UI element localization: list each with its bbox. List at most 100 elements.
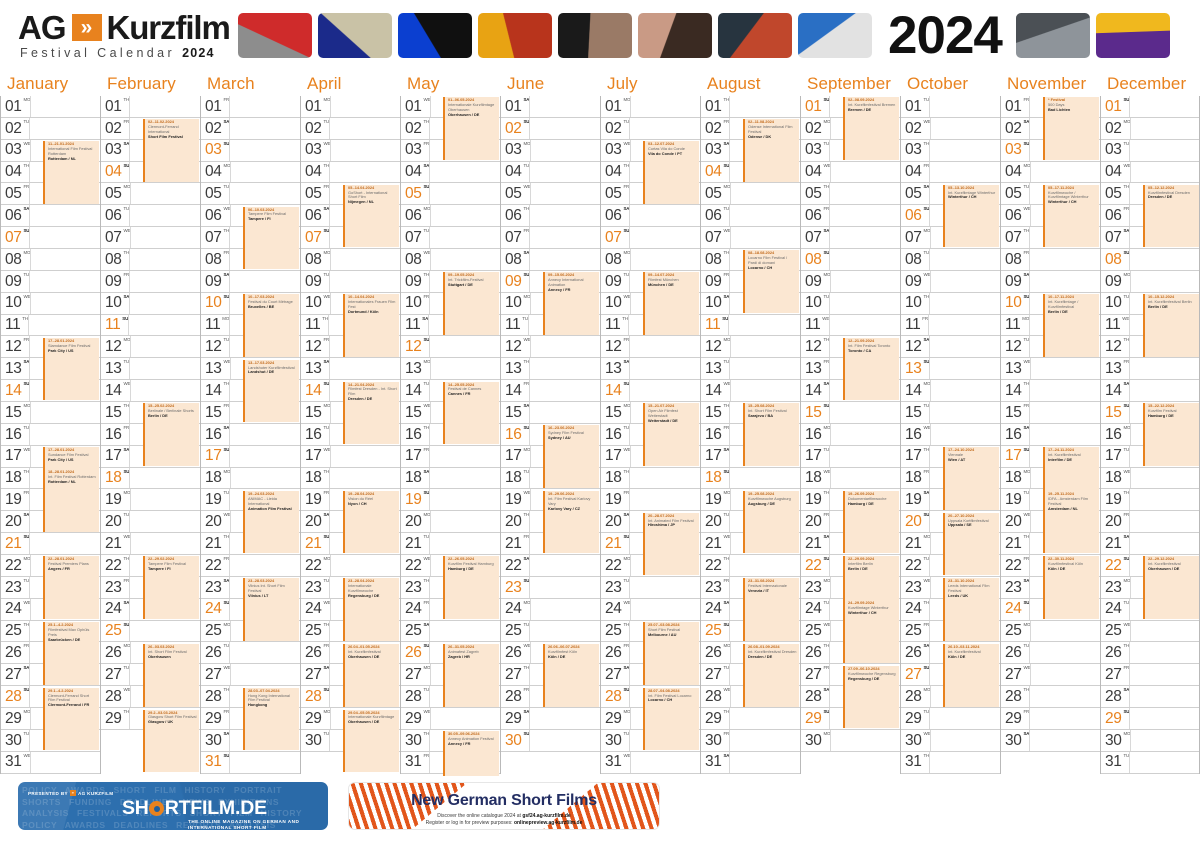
- festival-event[interactable]: 26.-31.05.2024 Animafest Zagreb Zagreb / H…: [443, 643, 499, 707]
- festival-event[interactable]: 22.-30.11.2024 Kurzfilmfestival Köln Köln …: [1043, 556, 1099, 620]
- day-cell[interactable]: 17 TU: [801, 445, 900, 468]
- festival-event[interactable]: 02.-11.02.2024 Clermont-Ferrand Internati…: [143, 119, 199, 182]
- day-cell[interactable]: 08 WE: [401, 249, 500, 271]
- event-zone[interactable]: [1129, 489, 1199, 511]
- event-zone[interactable]: [1130, 117, 1199, 139]
- event-zone[interactable]: [429, 467, 500, 489]
- festival-event[interactable]: 10.-17.03.2024 Festival du Court Métrage B…: [243, 294, 299, 357]
- event-zone[interactable]: [229, 117, 300, 139]
- day-cell[interactable]: 08 MO: [1, 249, 100, 271]
- day-cell[interactable]: 27 WE: [1001, 664, 1100, 687]
- day-cell[interactable]: 21 SU: [1, 533, 100, 556]
- festival-event[interactable]: 29.2.-03.03.2024 Glasgow Short Film Festi…: [143, 709, 199, 773]
- event-zone[interactable]: [829, 314, 900, 336]
- event-zone[interactable]: [630, 96, 700, 117]
- day-cell[interactable]: 03 WE: [301, 139, 400, 162]
- day-cell[interactable]: 02 TU: [1, 117, 100, 140]
- day-cell[interactable]: 10 TH: [901, 292, 1000, 315]
- event-zone[interactable]: [1030, 664, 1100, 686]
- event-zone[interactable]: [130, 183, 200, 205]
- day-cell[interactable]: 29 FR: [1001, 708, 1100, 730]
- event-zone[interactable]: [1129, 511, 1199, 533]
- event-zone[interactable]: [829, 227, 900, 249]
- day-cell[interactable]: 02 SU: [501, 117, 600, 140]
- festival-event[interactable]: 02.-11.08.2024 Odense International Film …: [743, 119, 799, 182]
- event-zone[interactable]: [229, 751, 300, 773]
- event-zone[interactable]: [929, 292, 1000, 314]
- day-cell[interactable]: 13 SU: [901, 358, 1000, 381]
- shortfilm-de-banner[interactable]: POLICY AWARDS SHORT FILM HISTORY PORTRAI…: [18, 782, 328, 830]
- event-zone[interactable]: [929, 161, 1000, 183]
- day-cell[interactable]: 31 WE: [601, 751, 700, 774]
- day-cell[interactable]: 29 TH: [701, 708, 800, 730]
- day-cell[interactable]: 03 SU: [201, 139, 300, 162]
- day-cell[interactable]: 18 WE: [1101, 467, 1199, 490]
- event-zone[interactable]: [929, 708, 1000, 729]
- day-cell[interactable]: 01 MO: [301, 96, 400, 118]
- event-zone[interactable]: [29, 423, 100, 445]
- day-cell[interactable]: 12 MO: [101, 336, 200, 359]
- day-cell[interactable]: 14 MO: [901, 380, 1000, 403]
- event-zone[interactable]: [429, 620, 500, 642]
- event-zone[interactable]: [529, 402, 600, 423]
- festival-event[interactable]: 09.-14.07.2024 Filmfest München München / …: [643, 272, 699, 335]
- day-cell[interactable]: 24 MO: [501, 598, 600, 621]
- day-cell[interactable]: 01 MO: [601, 96, 700, 118]
- day-cell[interactable]: 09 TU: [301, 270, 400, 293]
- ngsf-catalogue-link[interactable]: gsf24.ag-kurzfilm.de: [522, 813, 570, 819]
- day-cell[interactable]: 14 SA: [1101, 380, 1199, 403]
- event-zone[interactable]: [129, 292, 200, 314]
- day-cell[interactable]: 13 TH: [501, 358, 600, 381]
- festival-event[interactable]: 10.-17.11.2024 Int. Kurzfilmtage / Kurzfi…: [1043, 294, 1099, 357]
- day-cell[interactable]: 20 TU: [101, 511, 200, 534]
- event-zone[interactable]: [930, 117, 1000, 139]
- event-zone[interactable]: [629, 358, 700, 380]
- day-cell[interactable]: 11 SU: [101, 314, 200, 337]
- new-german-short-films-banner[interactable]: New German Short Films Discover the onli…: [348, 782, 660, 830]
- festival-event[interactable]: 25.1.-4.2.2024 Filmfestival Max Ophüls Pr…: [43, 622, 99, 685]
- event-zone[interactable]: [1029, 708, 1100, 729]
- day-cell[interactable]: 15 SU: [801, 402, 900, 424]
- event-zone[interactable]: [829, 445, 900, 467]
- event-zone[interactable]: [1030, 358, 1100, 380]
- event-zone[interactable]: [930, 729, 1000, 751]
- event-zone[interactable]: [330, 139, 400, 161]
- event-zone[interactable]: [530, 183, 600, 205]
- event-zone[interactable]: [429, 183, 500, 205]
- day-cell[interactable]: 28 TH: [1001, 686, 1100, 709]
- event-zone[interactable]: [129, 620, 200, 642]
- event-zone[interactable]: [329, 270, 400, 292]
- day-cell[interactable]: 07 TU: [401, 227, 500, 250]
- day-cell[interactable]: 18 SA: [401, 467, 500, 490]
- event-zone[interactable]: [429, 161, 500, 183]
- event-zone[interactable]: [1029, 380, 1100, 402]
- event-zone[interactable]: [1029, 423, 1100, 445]
- day-cell[interactable]: 17 FR: [401, 445, 500, 468]
- day-cell[interactable]: 10 SA: [101, 292, 200, 315]
- day-cell[interactable]: 06 TH: [501, 205, 600, 228]
- day-cell[interactable]: 02 TU: [601, 117, 700, 140]
- day-cell[interactable]: 17 WE: [301, 445, 400, 468]
- day-cell[interactable]: 05 WE: [501, 183, 600, 206]
- event-zone[interactable]: [529, 576, 600, 598]
- day-cell[interactable]: 06 SA: [1, 205, 100, 228]
- event-zone[interactable]: [1130, 161, 1199, 183]
- event-zone[interactable]: [529, 117, 600, 139]
- day-cell[interactable]: 08 FR: [1001, 249, 1100, 271]
- day-cell[interactable]: 01 MO: [1, 96, 100, 118]
- day-cell[interactable]: 12 SU: [401, 336, 500, 359]
- event-zone[interactable]: [730, 227, 800, 249]
- day-cell[interactable]: 30 WE: [901, 729, 1000, 752]
- event-zone[interactable]: [728, 314, 800, 336]
- day-cell[interactable]: 06 FR: [801, 205, 900, 228]
- day-cell[interactable]: 19 SU: [401, 489, 500, 512]
- day-cell[interactable]: 18 TH: [601, 467, 700, 490]
- event-zone[interactable]: [529, 249, 600, 270]
- day-cell[interactable]: 05 TH: [801, 183, 900, 206]
- event-zone[interactable]: [30, 96, 100, 117]
- event-zone[interactable]: [1129, 96, 1199, 117]
- day-cell[interactable]: 29 SA: [501, 708, 600, 730]
- day-cell[interactable]: 15 TU: [901, 402, 1000, 424]
- day-cell[interactable]: 02 SA: [201, 117, 300, 140]
- day-cell[interactable]: 14 FR: [501, 380, 600, 403]
